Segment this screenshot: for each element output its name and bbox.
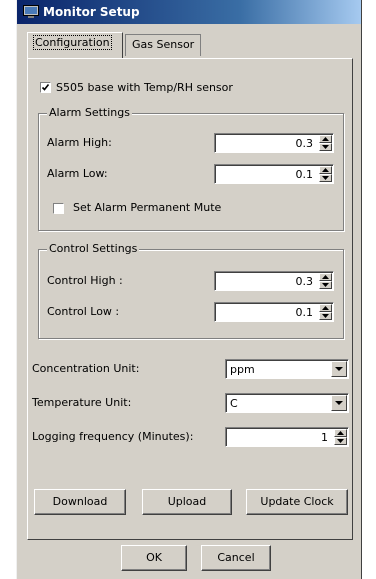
control-high-spinner[interactable]: 0.3	[214, 271, 334, 291]
cancel-button[interactable]: Cancel	[201, 545, 271, 571]
alarm-low-spinner[interactable]: 0.1	[214, 164, 334, 184]
logging-frequency-spinner[interactable]: 1	[225, 427, 349, 447]
checkmark-icon	[41, 84, 50, 91]
spin-up-arrow-icon[interactable]	[319, 135, 332, 143]
spin-down-arrow-icon[interactable]	[319, 312, 332, 320]
alarm-settings-group: Alarm Settings Alarm High: 0.3 Alarm Low…	[38, 106, 344, 231]
control-settings-legend: Control Settings	[47, 242, 140, 255]
concentration-unit-label: Concentration Unit:	[32, 362, 140, 375]
temperature-unit-select[interactable]: C	[225, 393, 349, 413]
alarm-low-value: 0.1	[295, 168, 314, 181]
update-clock-button[interactable]: Update Clock	[246, 489, 348, 515]
spin-down-arrow-icon[interactable]	[319, 174, 332, 182]
control-settings-group: Control Settings Control High : 0.3 Cont…	[38, 242, 344, 339]
spin-up-arrow-icon[interactable]	[319, 304, 332, 312]
spin-down-arrow-icon[interactable]	[319, 143, 332, 151]
alarm-high-label: Alarm High:	[47, 136, 112, 149]
alarm-high-spin[interactable]	[319, 135, 332, 151]
alarm-mute-checkbox[interactable]	[53, 203, 64, 214]
dropdown-arrow-icon[interactable]	[331, 361, 347, 377]
tab-gas-sensor-label: Gas Sensor	[132, 38, 195, 51]
window-title: Monitor Setup	[43, 5, 140, 19]
alarm-low-spin[interactable]	[319, 166, 332, 182]
alarm-high-value: 0.3	[295, 137, 314, 150]
control-low-value: 0.1	[295, 306, 314, 319]
alarm-settings-legend: Alarm Settings	[47, 106, 132, 119]
logging-frequency-value: 1	[321, 431, 328, 444]
tab-configuration[interactable]: Configuration	[27, 32, 123, 58]
monitor-setup-icon	[23, 5, 39, 19]
concentration-unit-value: ppm	[230, 363, 255, 376]
sensor-checkbox-label: S505 base with Temp/RH sensor	[56, 81, 233, 94]
dropdown-arrow-icon[interactable]	[331, 395, 347, 411]
control-low-spin[interactable]	[319, 304, 332, 320]
tab-gas-sensor[interactable]: Gas Sensor	[125, 34, 201, 56]
monitor-setup-dialog: Monitor Setup Configuration Gas Sensor S…	[16, 0, 362, 579]
title-bar[interactable]: Monitor Setup	[17, 0, 361, 24]
control-high-label: Control High :	[47, 274, 123, 287]
download-button[interactable]: Download	[34, 489, 126, 515]
configuration-panel: S505 base with Temp/RH sensor Alarm Sett…	[27, 58, 353, 540]
alarm-high-spinner[interactable]: 0.3	[214, 133, 334, 153]
alarm-low-label: Alarm Low:	[47, 167, 108, 180]
tab-configuration-label: Configuration	[33, 35, 112, 50]
temperature-unit-value: C	[230, 397, 238, 410]
temperature-unit-label: Temperature Unit:	[32, 396, 132, 409]
alarm-mute-label: Set Alarm Permanent Mute	[73, 201, 222, 214]
spin-down-arrow-icon[interactable]	[319, 281, 332, 289]
logging-frequency-label: Logging frequency (Minutes):	[32, 430, 194, 443]
spin-up-arrow-icon[interactable]	[334, 429, 347, 437]
control-low-spinner[interactable]: 0.1	[214, 302, 334, 322]
spin-up-arrow-icon[interactable]	[319, 273, 332, 281]
logging-frequency-spin[interactable]	[334, 429, 347, 445]
upload-button[interactable]: Upload	[142, 489, 232, 515]
concentration-unit-select[interactable]: ppm	[225, 359, 349, 379]
ok-button[interactable]: OK	[121, 545, 187, 571]
control-high-value: 0.3	[295, 275, 314, 288]
spin-up-arrow-icon[interactable]	[319, 166, 332, 174]
control-low-label: Control Low :	[47, 305, 120, 318]
control-high-spin[interactable]	[319, 273, 332, 289]
spin-down-arrow-icon[interactable]	[334, 437, 347, 445]
sensor-checkbox[interactable]	[40, 82, 51, 93]
